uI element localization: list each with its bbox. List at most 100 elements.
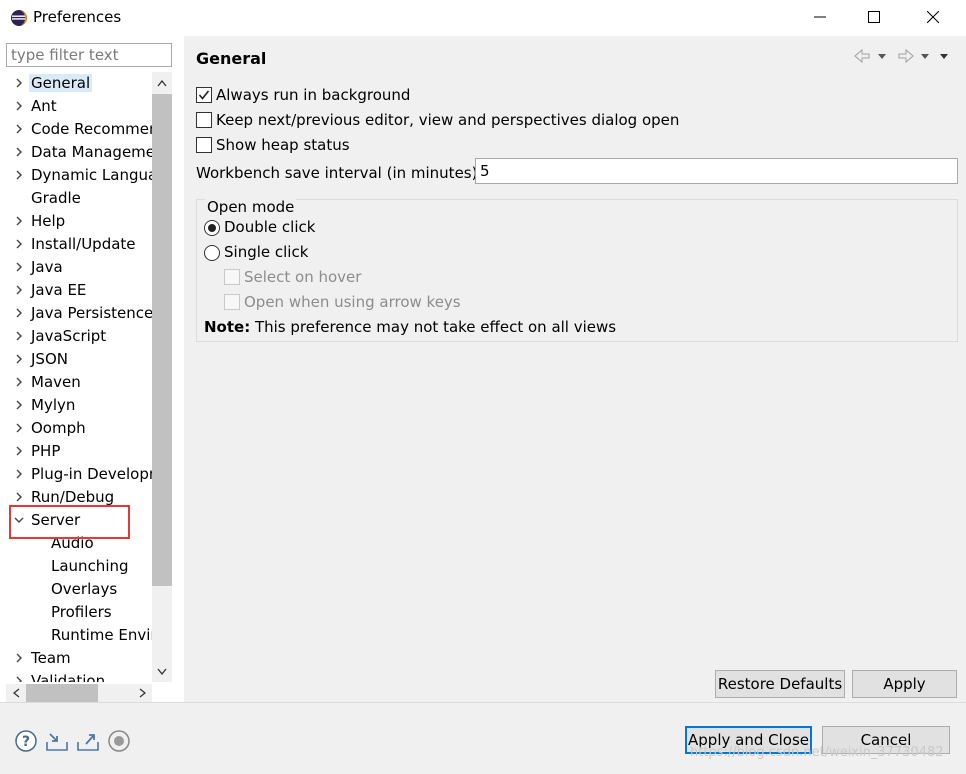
chevron-right-icon[interactable] [14, 446, 24, 456]
tree-item[interactable]: Java EE [6, 279, 152, 302]
tree-item-label: Help [31, 212, 66, 230]
chevron-right-icon[interactable] [14, 308, 24, 318]
vertical-scroll-thumb[interactable] [152, 94, 172, 586]
horizontal-scroll-thumb[interactable] [26, 684, 98, 702]
tree-item[interactable]: PHP [6, 440, 152, 463]
tree-item-label: JavaScript [31, 327, 107, 345]
chevron-right-icon[interactable] [14, 400, 24, 410]
chevron-right-icon[interactable] [14, 676, 24, 682]
tree-item[interactable]: Ant [6, 95, 152, 118]
tree-item-label: Data Management [31, 143, 152, 161]
back-arrow-icon[interactable] [854, 48, 870, 64]
tree-item[interactable]: Profilers [6, 601, 152, 624]
chevron-right-icon[interactable] [14, 377, 24, 387]
chevron-right-icon[interactable] [14, 653, 24, 663]
export-icon[interactable] [76, 729, 100, 753]
save-interval-label: Workbench save interval (in minutes): [196, 164, 483, 182]
tree-item[interactable]: Code Recommenders [6, 118, 152, 141]
double-click-label: Double click [224, 218, 316, 236]
tree-item-label: Code Recommenders [31, 120, 152, 138]
forward-dropdown-icon[interactable] [921, 54, 929, 59]
tree-item[interactable]: Plug-in Development [6, 463, 152, 486]
checkmark-icon [198, 90, 210, 100]
tree-item[interactable]: Data Management [6, 141, 152, 164]
maximize-button[interactable] [851, 0, 897, 34]
scroll-left-arrow-icon[interactable] [6, 684, 26, 702]
restore-defaults-button[interactable]: Restore Defaults [715, 670, 845, 698]
show-heap-label: Show heap status [216, 136, 350, 154]
filter-input[interactable] [6, 43, 172, 67]
tree-item-label: Profilers [51, 603, 112, 621]
tree-item-label: Install/Update [31, 235, 136, 253]
tree-item[interactable]: Gradle [6, 187, 152, 210]
close-button[interactable] [910, 0, 956, 34]
open-mode-note: Note: This preference may not take effec… [204, 318, 616, 336]
scroll-right-arrow-icon[interactable] [132, 684, 152, 702]
chevron-right-icon[interactable] [14, 423, 24, 433]
apply-button[interactable]: Apply [852, 670, 957, 698]
chevron-right-icon[interactable] [14, 101, 24, 111]
tree-item[interactable]: Dynamic Languages [6, 164, 152, 187]
chevron-right-icon[interactable] [14, 216, 24, 226]
always-run-bg-checkbox[interactable] [196, 87, 212, 103]
tree-item-label: PHP [31, 442, 61, 460]
chevron-right-icon[interactable] [14, 78, 24, 88]
eclipse-icon [11, 10, 27, 26]
tree-item[interactable]: JSON [6, 348, 152, 371]
scroll-up-arrow-icon[interactable] [152, 74, 172, 92]
chevron-right-icon[interactable] [14, 124, 24, 134]
view-menu-icon[interactable] [940, 54, 948, 59]
chevron-right-icon[interactable] [14, 285, 24, 295]
chevron-right-icon[interactable] [14, 354, 24, 364]
open-mode-title: Open mode [205, 198, 297, 216]
back-dropdown-icon[interactable] [878, 54, 886, 59]
chevron-right-icon[interactable] [14, 262, 24, 272]
tree-vertical-scrollbar[interactable] [152, 72, 172, 682]
tree-item-label: Runtime Environments [51, 626, 152, 644]
chevron-right-icon[interactable] [14, 239, 24, 249]
scroll-down-arrow-icon[interactable] [152, 662, 172, 680]
select-on-hover-label: Select on hover [244, 268, 362, 286]
chevron-right-icon[interactable] [14, 331, 24, 341]
page-navigation [852, 46, 956, 66]
tree-item[interactable]: Mylyn [6, 394, 152, 417]
tree-horizontal-scrollbar[interactable] [6, 684, 152, 702]
open-arrow-keys-label: Open when using arrow keys [244, 293, 461, 311]
tree-item[interactable]: Launching [6, 555, 152, 578]
tree-item[interactable]: Overlays [6, 578, 152, 601]
tree-item-label: Mylyn [31, 396, 76, 414]
tree-item[interactable]: Runtime Environments [6, 624, 152, 647]
chevron-right-icon[interactable] [14, 492, 24, 502]
keep-next-prev-checkbox[interactable] [196, 112, 212, 128]
maximize-icon [868, 11, 880, 23]
single-click-radio[interactable] [204, 245, 220, 261]
double-click-radio[interactable] [204, 220, 220, 236]
open-arrow-keys-checkbox [224, 294, 240, 310]
chevron-right-icon[interactable] [14, 170, 24, 180]
tree-item[interactable]: General [6, 72, 152, 95]
tree-item-label: Maven [31, 373, 81, 391]
save-interval-input[interactable] [475, 158, 958, 184]
tree-item[interactable]: Java Persistence [6, 302, 152, 325]
record-icon[interactable] [107, 729, 131, 753]
chevron-right-icon[interactable] [14, 469, 24, 479]
tree-item-label: Ant [31, 97, 57, 115]
help-icon[interactable]: ? [14, 729, 38, 753]
tree-item[interactable]: Validation [6, 670, 152, 682]
tree-item[interactable]: Java [6, 256, 152, 279]
tree-item-label: General [29, 74, 93, 92]
tree-item[interactable]: Oomph [6, 417, 152, 440]
tree-item[interactable]: JavaScript [6, 325, 152, 348]
svg-text:?: ? [22, 734, 30, 750]
tree-item[interactable]: Maven [6, 371, 152, 394]
keep-next-prev-label: Keep next/previous editor, view and pers… [216, 111, 680, 129]
tree-item[interactable]: Team [6, 647, 152, 670]
chevron-right-icon[interactable] [14, 147, 24, 157]
tree-item[interactable]: Install/Update [6, 233, 152, 256]
import-icon[interactable] [45, 729, 69, 753]
tree-item[interactable]: Help [6, 210, 152, 233]
tree-item-label: Oomph [31, 419, 86, 437]
minimize-button[interactable] [797, 0, 843, 34]
show-heap-checkbox[interactable] [196, 137, 212, 153]
forward-arrow-icon[interactable] [898, 48, 914, 64]
